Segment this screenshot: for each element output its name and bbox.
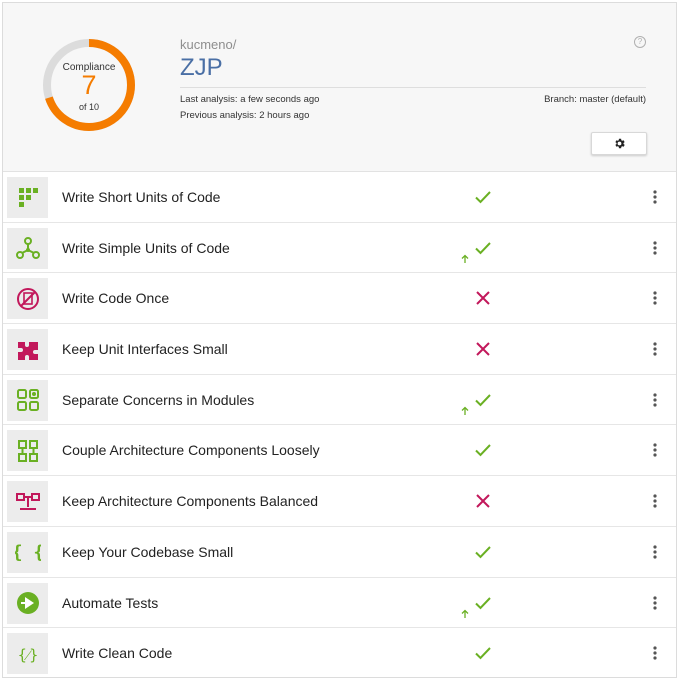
more-options-icon[interactable]: [649, 341, 661, 357]
guideline-label: Automate Tests: [62, 594, 159, 611]
braces-icon: { {: [15, 542, 41, 563]
puzzle-icon: [17, 341, 38, 360]
guideline-label: Keep Architecture Components Balanced: [62, 493, 319, 510]
check-icon: [475, 596, 491, 609]
guideline-icon: [7, 278, 48, 320]
guideline-icon: [7, 329, 48, 371]
organization-name[interactable]: kucmeno/: [180, 37, 236, 52]
more-options-icon[interactable]: [649, 645, 661, 661]
more-options-icon[interactable]: [649, 442, 661, 458]
check-icon: [475, 444, 491, 457]
more-options-icon[interactable]: [649, 290, 661, 306]
play-circle-icon: [16, 592, 39, 614]
guideline-label: Separate Concerns in Modules: [62, 391, 255, 408]
gear-icon: [614, 138, 625, 149]
guideline-icon: { {: [7, 531, 48, 573]
check-icon: [475, 191, 491, 204]
guideline-label: Keep Your Codebase Small: [62, 543, 234, 560]
cross-icon: [476, 291, 490, 306]
project-title[interactable]: ZJP: [180, 54, 223, 82]
previous-analysis: Previous analysis: 2 hours ago: [180, 110, 310, 121]
components-grid-icon: [17, 439, 38, 462]
check-icon: [475, 546, 491, 559]
guideline-label: Write Short Units of Code: [62, 189, 221, 205]
more-options-icon[interactable]: [649, 595, 661, 611]
more-options-icon[interactable]: [649, 189, 661, 205]
cross-icon: [476, 494, 490, 508]
modules-grid-icon: [16, 389, 39, 412]
trend-up-icon: [461, 406, 469, 415]
compliance-value: 7: [81, 70, 97, 100]
more-options-icon[interactable]: [649, 240, 661, 256]
guideline-label: Couple Architecture Components Loosely: [62, 442, 320, 459]
cross-icon: [476, 342, 490, 356]
guideline-label: Write Clean Code: [62, 645, 173, 662]
guideline-row[interactable]: Write Code Once: [3, 273, 676, 325]
guideline-icon: [7, 582, 48, 624]
guideline-row[interactable]: {⁄} Write Clean Code: [3, 628, 676, 679]
project-card: Compliance 7 of 10 kucmeno/ ZJP ? Last a…: [2, 2, 677, 678]
grid-dots-icon: [18, 187, 38, 207]
svg-text:{ {: { {: [15, 542, 41, 563]
header-divider: [180, 87, 646, 88]
branch-nodes-icon: [15, 237, 40, 260]
more-options-icon[interactable]: [649, 392, 661, 408]
guideline-row[interactable]: Keep Architecture Components Balanced: [3, 476, 676, 527]
check-icon: [475, 647, 491, 660]
guideline-list: Write Short Units of Code Write Simple U…: [3, 172, 676, 679]
last-analysis: Last analysis: a few seconds ago: [180, 94, 320, 105]
guideline-row[interactable]: Write Simple Units of Code: [3, 223, 676, 274]
guideline-row[interactable]: { { Keep Your Codebase Small: [3, 527, 676, 578]
help-icon[interactable]: ?: [634, 36, 646, 48]
compliance-gauge-text: Compliance 7 of 10: [41, 37, 137, 133]
branch-info: Branch: master (default): [544, 94, 646, 105]
guideline-row[interactable]: Write Short Units of Code: [3, 172, 676, 223]
check-icon: [475, 394, 491, 407]
guideline-label: Write Simple Units of Code: [62, 239, 230, 256]
guideline-icon: [7, 227, 48, 269]
guideline-row[interactable]: Keep Unit Interfaces Small: [3, 324, 676, 375]
compliance-total: of 10: [78, 102, 100, 112]
svg-text:{⁄}: {⁄}: [17, 646, 38, 664]
no-copy-icon: [16, 287, 39, 310]
guideline-icon: {⁄}: [7, 633, 48, 675]
guideline-icon: [7, 379, 48, 421]
check-icon: [475, 241, 491, 255]
guideline-icon: [7, 430, 48, 472]
project-header: Compliance 7 of 10 kucmeno/ ZJP ? Last a…: [3, 3, 676, 172]
trend-up-icon: [461, 254, 469, 263]
trend-up-icon: [461, 609, 469, 618]
balance-icon: [15, 492, 40, 510]
guideline-row[interactable]: Automate Tests: [3, 578, 676, 629]
guideline-label: Write Code Once: [62, 290, 170, 307]
more-options-icon[interactable]: [649, 493, 661, 509]
guideline-icon: [7, 481, 48, 523]
settings-button[interactable]: [591, 132, 647, 155]
broom-braces-icon: {⁄}: [17, 646, 38, 664]
guideline-row[interactable]: Couple Architecture Components Loosely: [3, 425, 676, 477]
guideline-icon: [7, 177, 48, 218]
guideline-label: Keep Unit Interfaces Small: [62, 341, 228, 358]
more-options-icon[interactable]: [649, 544, 661, 560]
guideline-row[interactable]: Separate Concerns in Modules: [3, 375, 676, 426]
